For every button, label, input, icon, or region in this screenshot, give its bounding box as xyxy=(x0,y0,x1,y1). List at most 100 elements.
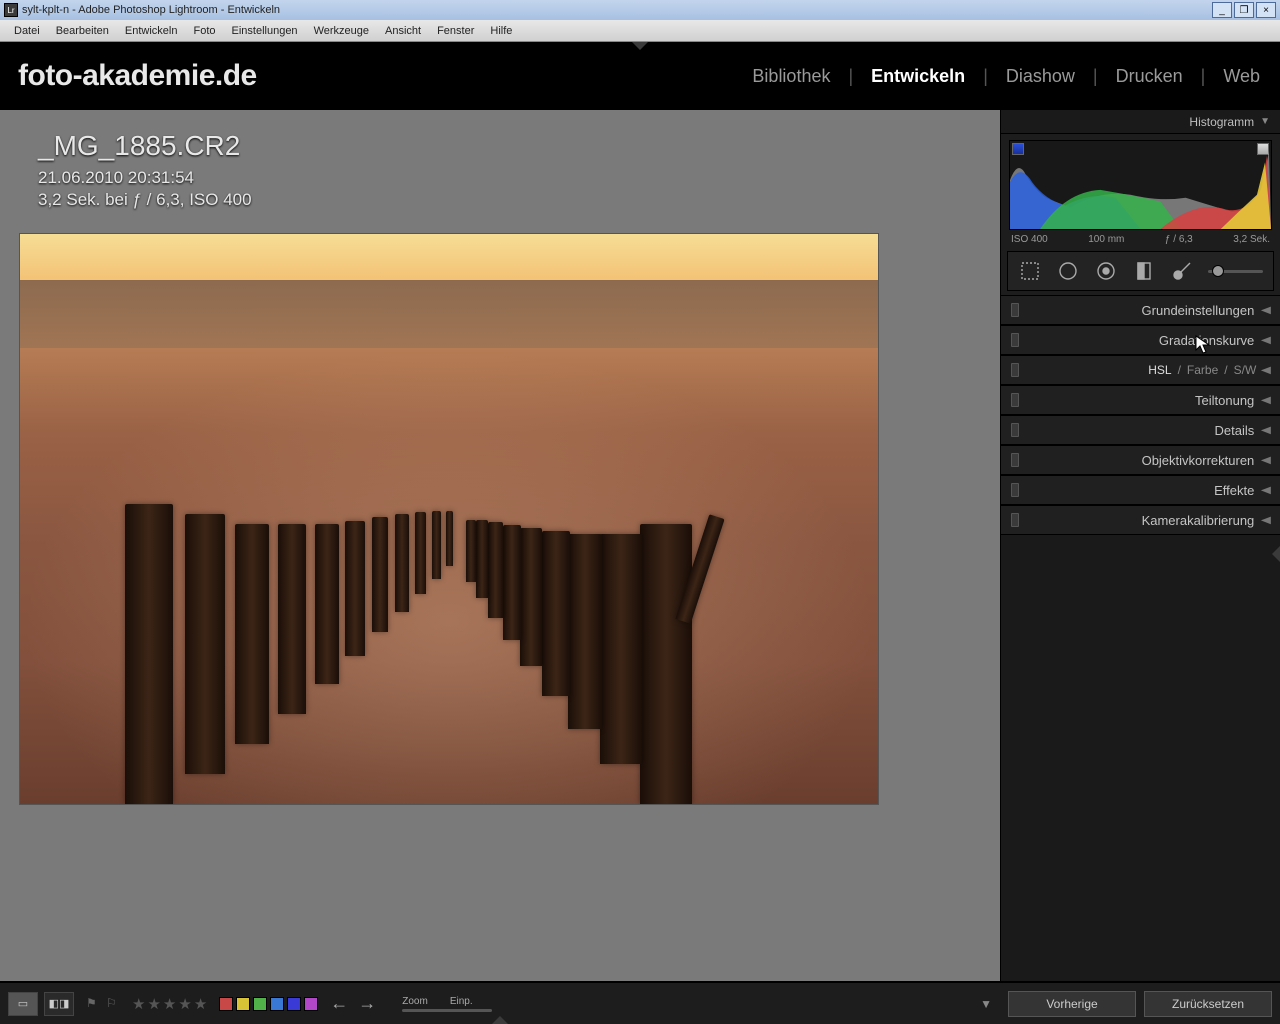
panel-details[interactable]: Details ◀ xyxy=(1001,415,1280,445)
menu-foto[interactable]: Foto xyxy=(185,25,223,37)
module-diashow[interactable]: Diashow xyxy=(1004,66,1077,87)
panel-switch-icon[interactable] xyxy=(1011,453,1019,467)
filmstrip-toggle-icon[interactable] xyxy=(492,1016,508,1024)
panel-switch-icon[interactable] xyxy=(1011,513,1019,527)
info-overlay: _MG_1885.CR2 21.06.2010 20:31:54 3,2 Sek… xyxy=(38,130,252,210)
gradient-tool-icon[interactable] xyxy=(1132,259,1156,283)
star-icon[interactable]: ★ xyxy=(147,995,160,1013)
panel-switch-icon[interactable] xyxy=(1011,393,1019,407)
photo-preview[interactable] xyxy=(20,234,878,804)
chevron-left-icon: ◀ xyxy=(1261,335,1271,346)
chevron-left-icon: ◀ xyxy=(1261,305,1271,316)
chevron-left-icon: ◀ xyxy=(1261,365,1271,376)
panel-objektivkorrekturen[interactable]: Objektivkorrekturen ◀ xyxy=(1001,445,1280,475)
flag-group: ⚑ ⚐ xyxy=(86,996,120,1012)
histo-focal: 100 mm xyxy=(1088,234,1124,245)
star-icon[interactable]: ★ xyxy=(178,995,191,1013)
chevron-left-icon: ◀ xyxy=(1261,455,1271,466)
exposure-label: 3,2 Sek. bei ƒ / 6,3, ISO 400 xyxy=(38,190,252,210)
histo-aperture: ƒ / 6,3 xyxy=(1165,234,1193,245)
view-mode-group: ▭ ◧◨ xyxy=(8,992,74,1016)
module-entwickeln[interactable]: Entwickeln xyxy=(869,66,967,87)
module-bibliothek[interactable]: Bibliothek xyxy=(750,66,832,87)
brush-tool-icon[interactable] xyxy=(1170,259,1194,283)
sw-tab[interactable]: S/W xyxy=(1234,363,1257,377)
redeye-tool-icon[interactable] xyxy=(1094,259,1118,283)
star-icon[interactable]: ★ xyxy=(132,995,145,1013)
right-panel: Histogramm ▼ ISO 400 100 mm ƒ / 6,3 3,2 … xyxy=(1000,110,1280,981)
panel-effekte[interactable]: Effekte ◀ xyxy=(1001,475,1280,505)
loupe-view-button[interactable]: ▭ xyxy=(8,992,38,1016)
top-panel: foto-akademie.de Bibliothek| Entwickeln|… xyxy=(0,42,1280,110)
spot-tool-icon[interactable] xyxy=(1056,259,1080,283)
module-drucken[interactable]: Drucken xyxy=(1114,66,1185,87)
next-photo-icon[interactable]: → xyxy=(358,993,376,1014)
compare-view-button[interactable]: ◧◨ xyxy=(44,992,74,1016)
panel-hsl[interactable]: HSL/ Farbe/ S/W ◀ xyxy=(1001,355,1280,385)
color-chip-purple[interactable] xyxy=(304,997,318,1011)
rating-stars[interactable]: ★ ★ ★ ★ ★ xyxy=(132,995,207,1013)
color-chip-red[interactable] xyxy=(219,997,233,1011)
menu-werkzeuge[interactable]: Werkzeuge xyxy=(306,25,377,37)
chevron-left-icon: ◀ xyxy=(1261,515,1271,526)
reset-button[interactable]: Zurücksetzen xyxy=(1144,991,1272,1017)
panel-grundeinstellungen[interactable]: Grundeinstellungen ◀ xyxy=(1001,295,1280,325)
flag-reject-icon[interactable]: ⚐ xyxy=(106,996,120,1012)
histo-shutter: 3,2 Sek. xyxy=(1233,234,1270,245)
color-chip-yellow[interactable] xyxy=(236,997,250,1011)
chevron-left-icon: ◀ xyxy=(1261,485,1271,496)
previous-button[interactable]: Vorherige xyxy=(1008,991,1136,1017)
color-chip-indigo[interactable] xyxy=(287,997,301,1011)
menu-hilfe[interactable]: Hilfe xyxy=(482,25,520,37)
develop-tool-strip xyxy=(1007,251,1274,291)
menu-datei[interactable]: Datei xyxy=(6,25,48,37)
panel-kamerakalibrierung[interactable]: Kamerakalibrierung ◀ xyxy=(1001,505,1280,535)
panel-switch-icon[interactable] xyxy=(1011,333,1019,347)
toolbar-options-icon[interactable]: ▼ xyxy=(980,997,992,1011)
zoom-control[interactable]: Zoom Einp. xyxy=(402,996,492,1012)
farbe-tab[interactable]: Farbe xyxy=(1187,363,1218,377)
image-canvas[interactable]: _MG_1885.CR2 21.06.2010 20:31:54 3,2 Sek… xyxy=(0,110,1000,981)
hsl-tab[interactable]: HSL xyxy=(1148,363,1171,377)
maximize-button[interactable]: ❐ xyxy=(1234,2,1254,18)
menu-entwickeln[interactable]: Entwickeln xyxy=(117,25,186,37)
close-button[interactable]: × xyxy=(1256,2,1276,18)
panel-switch-icon[interactable] xyxy=(1011,363,1019,377)
panel-switch-icon[interactable] xyxy=(1011,303,1019,317)
histogram-display[interactable] xyxy=(1009,140,1272,230)
chevron-left-icon: ◀ xyxy=(1261,395,1271,406)
color-chip-green[interactable] xyxy=(253,997,267,1011)
window-title: sylt-kplt-n - Adobe Photoshop Lightroom … xyxy=(22,4,1212,16)
module-web[interactable]: Web xyxy=(1221,66,1262,87)
panel-gradationskurve[interactable]: Gradationskurve ◀ xyxy=(1001,325,1280,355)
identity-plate: foto-akademie.de xyxy=(18,59,257,93)
panel-switch-icon[interactable] xyxy=(1011,483,1019,497)
menu-einstellungen[interactable]: Einstellungen xyxy=(224,25,306,37)
star-icon[interactable]: ★ xyxy=(194,995,207,1013)
right-panel-toggle-icon[interactable] xyxy=(1272,546,1280,562)
panel-switch-icon[interactable] xyxy=(1011,423,1019,437)
color-chip-blue[interactable] xyxy=(270,997,284,1011)
prev-photo-icon[interactable]: ← xyxy=(330,993,348,1014)
top-panel-toggle-icon[interactable] xyxy=(632,42,648,50)
os-titlebar: Lr sylt-kplt-n - Adobe Photoshop Lightro… xyxy=(0,0,1280,20)
histogram-header[interactable]: Histogramm ▼ xyxy=(1001,110,1280,134)
panel-teiltonung[interactable]: Teiltonung ◀ xyxy=(1001,385,1280,415)
tool-amount-slider[interactable] xyxy=(1208,259,1263,283)
chevron-down-icon: ▼ xyxy=(1260,116,1270,127)
star-icon[interactable]: ★ xyxy=(163,995,176,1013)
zoom-slider[interactable] xyxy=(402,1009,492,1012)
menu-bearbeiten[interactable]: Bearbeiten xyxy=(48,25,117,37)
datetime-label: 21.06.2010 20:31:54 xyxy=(38,168,252,188)
flag-pick-icon[interactable]: ⚑ xyxy=(86,996,100,1012)
crop-tool-icon[interactable] xyxy=(1018,259,1042,283)
menu-bar: Datei Bearbeiten Entwickeln Foto Einstel… xyxy=(0,20,1280,42)
menu-ansicht[interactable]: Ansicht xyxy=(377,25,429,37)
nav-arrows: ← → xyxy=(330,993,376,1014)
module-picker: Bibliothek| Entwickeln| Diashow| Drucken… xyxy=(750,66,1262,87)
minimize-button[interactable]: _ xyxy=(1212,2,1232,18)
fit-label: Einp. xyxy=(450,996,473,1007)
histogram-metadata: ISO 400 100 mm ƒ / 6,3 3,2 Sek. xyxy=(1001,232,1280,251)
menu-fenster[interactable]: Fenster xyxy=(429,25,482,37)
develop-buttons-area: Vorherige Zurücksetzen xyxy=(1000,982,1280,1024)
